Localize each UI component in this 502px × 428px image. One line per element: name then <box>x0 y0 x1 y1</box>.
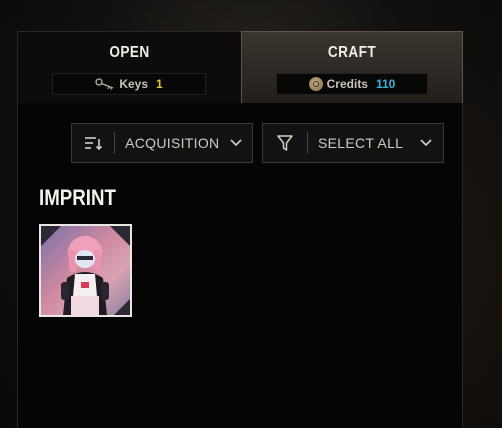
filter-dropdown[interactable]: SELECT ALL <box>262 123 444 163</box>
sort-label: ACQUISITION <box>125 135 220 151</box>
credits-counter: Credits 110 <box>276 73 428 95</box>
section-title: IMPRINT <box>39 185 116 210</box>
key-icon <box>95 78 114 90</box>
imprint-item-card[interactable] <box>39 224 132 317</box>
chevron-down-icon <box>219 139 252 147</box>
filter-icon <box>263 135 307 151</box>
filter-label: SELECT ALL <box>318 135 404 151</box>
tab-open[interactable]: OPEN Keys 1 <box>17 31 241 103</box>
craft-content: ACQUISITION SELECT ALL IMPRINT <box>17 103 463 428</box>
tab-craft[interactable]: CRAFT Credits 110 <box>241 31 463 103</box>
tab-open-label: OPEN <box>109 44 150 61</box>
craft-panel: OPEN Keys 1 CRAFT Credits 110 ACQUISITIO… <box>17 31 463 428</box>
character-portrait-image <box>61 236 109 315</box>
sort-dropdown[interactable]: ACQUISITION <box>71 123 253 163</box>
keys-label: Keys <box>119 77 148 91</box>
credits-value: 110 <box>375 77 396 91</box>
sort-icon <box>72 136 114 150</box>
chevron-down-icon <box>409 139 443 147</box>
credits-label: Credits <box>326 77 368 91</box>
keys-counter: Keys 1 <box>52 73 206 95</box>
credits-coin-icon <box>308 77 323 91</box>
tab-craft-label: CRAFT <box>327 44 377 61</box>
keys-value: 1 <box>156 77 163 91</box>
